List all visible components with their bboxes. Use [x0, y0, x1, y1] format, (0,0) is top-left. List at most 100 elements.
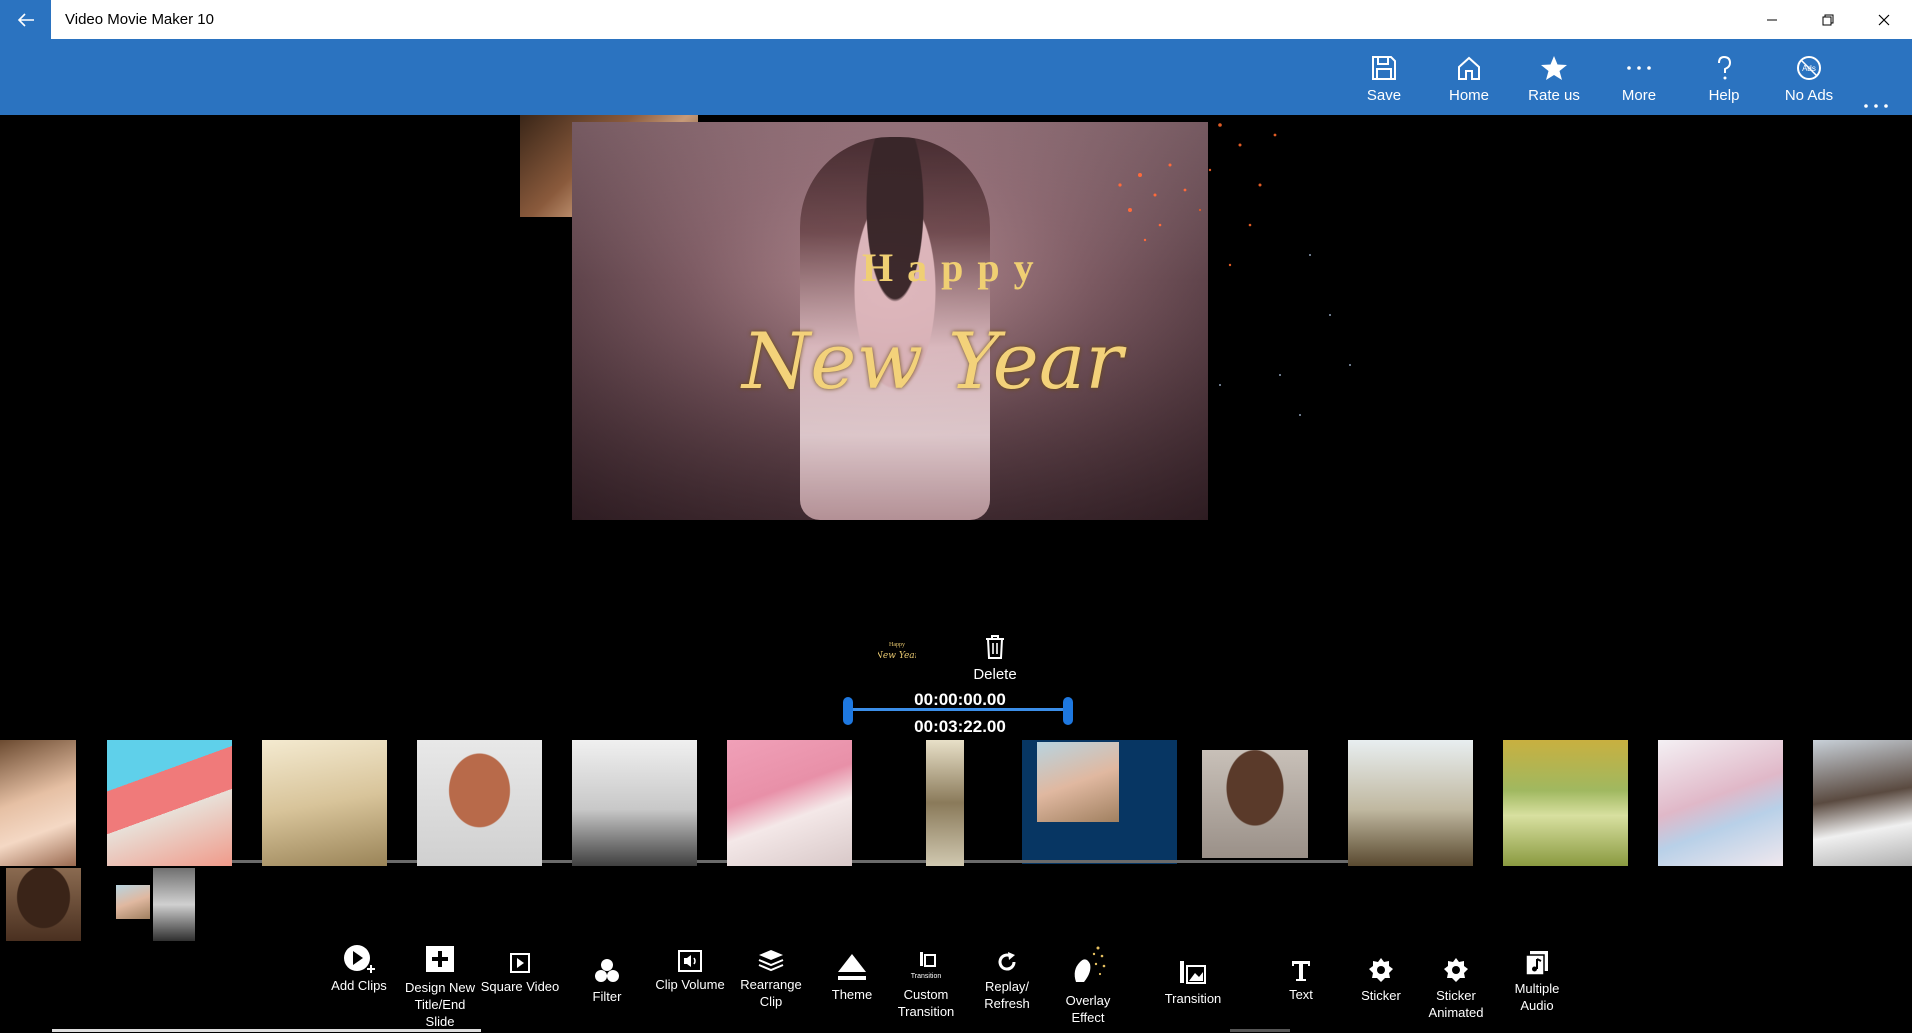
filter-button[interactable]: Filter [567, 958, 647, 1005]
fireworks-effect [1118, 123, 1351, 416]
sticker-animated-button[interactable]: Sticker Animated [1416, 957, 1496, 1021]
start-time: 00:00:00.00 [914, 690, 1006, 709]
theme-icon [838, 954, 866, 980]
clip-thumbnail[interactable] [1202, 750, 1308, 858]
app-title: Video Movie Maker 10 [65, 11, 214, 28]
add-clips-button[interactable]: Add Clips [319, 943, 399, 994]
rearrange-clip-label: Rearrange Clip [740, 977, 802, 1009]
home-icon [1458, 56, 1480, 80]
design-slide-icon [426, 946, 454, 972]
home-button[interactable]: Home [1427, 39, 1511, 115]
text-button[interactable]: Text [1261, 958, 1341, 1003]
transition-button[interactable]: Transition [1153, 958, 1233, 1007]
svg-text:Happy: Happy [889, 642, 905, 648]
clip-volume-label: Clip Volume [655, 977, 725, 992]
clip-thumbnail[interactable] [1348, 740, 1473, 866]
sticker-animated-icon [1444, 958, 1468, 982]
question-icon [1718, 55, 1732, 80]
clip-thumbnail[interactable] [1037, 742, 1119, 822]
home-label: Home [1448, 87, 1489, 104]
no-ads-button[interactable]: Ads No Ads [1767, 39, 1851, 115]
multiple-audio-button[interactable]: Multiple Audio [1497, 950, 1577, 1014]
new-year-title-text: New Year [742, 317, 1123, 407]
text-label: Text [1289, 987, 1313, 1002]
multiple-audio-label: Multiple Audio [1514, 981, 1560, 1013]
back-button[interactable] [0, 0, 51, 39]
star-icon [1541, 56, 1567, 80]
text-icon [1292, 961, 1310, 981]
save-icon [1372, 56, 1396, 80]
help-button[interactable]: Help [1682, 39, 1766, 115]
clip-thumbnail[interactable] [1503, 740, 1628, 866]
multiple-audio-icon [1525, 951, 1548, 976]
filter-label: Filter [592, 989, 622, 1004]
close-icon [1878, 14, 1890, 25]
more-button[interactable]: More [1597, 39, 1681, 115]
ellipsis-icon [1627, 66, 1651, 70]
overlay-effect-icon [1074, 946, 1106, 982]
design-slide-button[interactable]: Design New Title/End Slide [400, 943, 480, 1030]
save-label: Save [1366, 87, 1402, 104]
no-ads-icon: Ads [1797, 56, 1821, 80]
clip-thumbnail[interactable] [926, 740, 964, 866]
trash-icon [986, 635, 1004, 659]
custom-transition-icon: Transition [911, 952, 941, 980]
selected-clip-thumbnail[interactable]: Happy New Year [878, 632, 916, 668]
overlay-effect-button[interactable]: Overlay Effect [1048, 942, 1128, 1026]
square-video-label: Square Video [480, 979, 560, 994]
design-slide-label: Design New Title/End Slide [404, 980, 476, 1029]
svg-text:New Year: New Year [878, 651, 916, 661]
square-video-button[interactable]: Square Video [480, 952, 560, 995]
back-arrow-icon [17, 12, 34, 27]
replay-refresh-button[interactable]: Replay/ Refresh [967, 950, 1047, 1012]
refresh-icon [998, 952, 1016, 971]
no-ads-label: No Ads [1784, 87, 1834, 104]
clip-thumbnail[interactable] [417, 740, 542, 866]
transition-icon [1180, 961, 1206, 984]
rate-us-label: Rate us [1528, 87, 1580, 104]
trim-end-handle[interactable] [1063, 697, 1073, 725]
clip-thumbnail[interactable] [107, 740, 232, 866]
filter-icon [595, 959, 619, 982]
horizontal-scrollbar[interactable] [52, 1029, 481, 1032]
clip-thumbnail[interactable] [572, 740, 697, 866]
add-clips-icon [344, 945, 375, 973]
sticker-label: Sticker [1361, 988, 1401, 1003]
close-button[interactable] [1856, 0, 1912, 39]
scrollbar-thumb[interactable] [1230, 1029, 1290, 1032]
theme-label: Theme [831, 987, 873, 1002]
sticker-animated-label: Sticker Animated [1428, 988, 1484, 1020]
clip-thumbnail[interactable] [1658, 740, 1783, 866]
overflow-menu-button[interactable] [1862, 91, 1890, 117]
clip-thumbnail[interactable] [727, 740, 852, 866]
delete-button[interactable]: Delete [970, 634, 1020, 690]
minimize-button[interactable] [1744, 0, 1800, 39]
square-video-icon [510, 953, 530, 973]
delete-label: Delete [973, 666, 1017, 683]
rate-us-button[interactable]: Rate us [1512, 39, 1596, 115]
replay-refresh-label: Replay/ Refresh [984, 979, 1030, 1011]
restore-button[interactable] [1800, 0, 1856, 39]
clip-thumbnail[interactable] [0, 740, 76, 866]
add-clips-label: Add Clips [331, 978, 387, 993]
custom-transition-button[interactable]: Transition Custom Transition [886, 950, 966, 1020]
rearrange-clip-button[interactable]: Rearrange Clip [731, 948, 811, 1010]
restore-icon [1822, 14, 1834, 25]
sub-clip-thumbnail[interactable] [116, 885, 150, 919]
clip-thumbnail[interactable] [262, 740, 387, 866]
help-label: Help [1708, 87, 1740, 104]
trim-start-handle[interactable] [843, 697, 853, 725]
transition-label: Transition [1164, 991, 1222, 1006]
sub-clip-thumbnail[interactable] [6, 868, 81, 941]
end-time: 00:03:22.00 [914, 717, 1006, 736]
sticker-icon [1369, 958, 1393, 982]
sticker-button[interactable]: Sticker [1341, 957, 1421, 1004]
overflow-ellipsis-icon [1864, 104, 1888, 108]
sub-clip-thumbnail[interactable] [153, 868, 195, 941]
save-button[interactable]: Save [1342, 39, 1426, 115]
theme-button[interactable]: Theme [812, 952, 892, 1003]
custom-transition-label: Custom Transition [897, 987, 955, 1019]
clip-thumbnail[interactable] [1813, 740, 1912, 866]
rearrange-icon [758, 950, 784, 972]
clip-volume-button[interactable]: Clip Volume [650, 950, 730, 993]
